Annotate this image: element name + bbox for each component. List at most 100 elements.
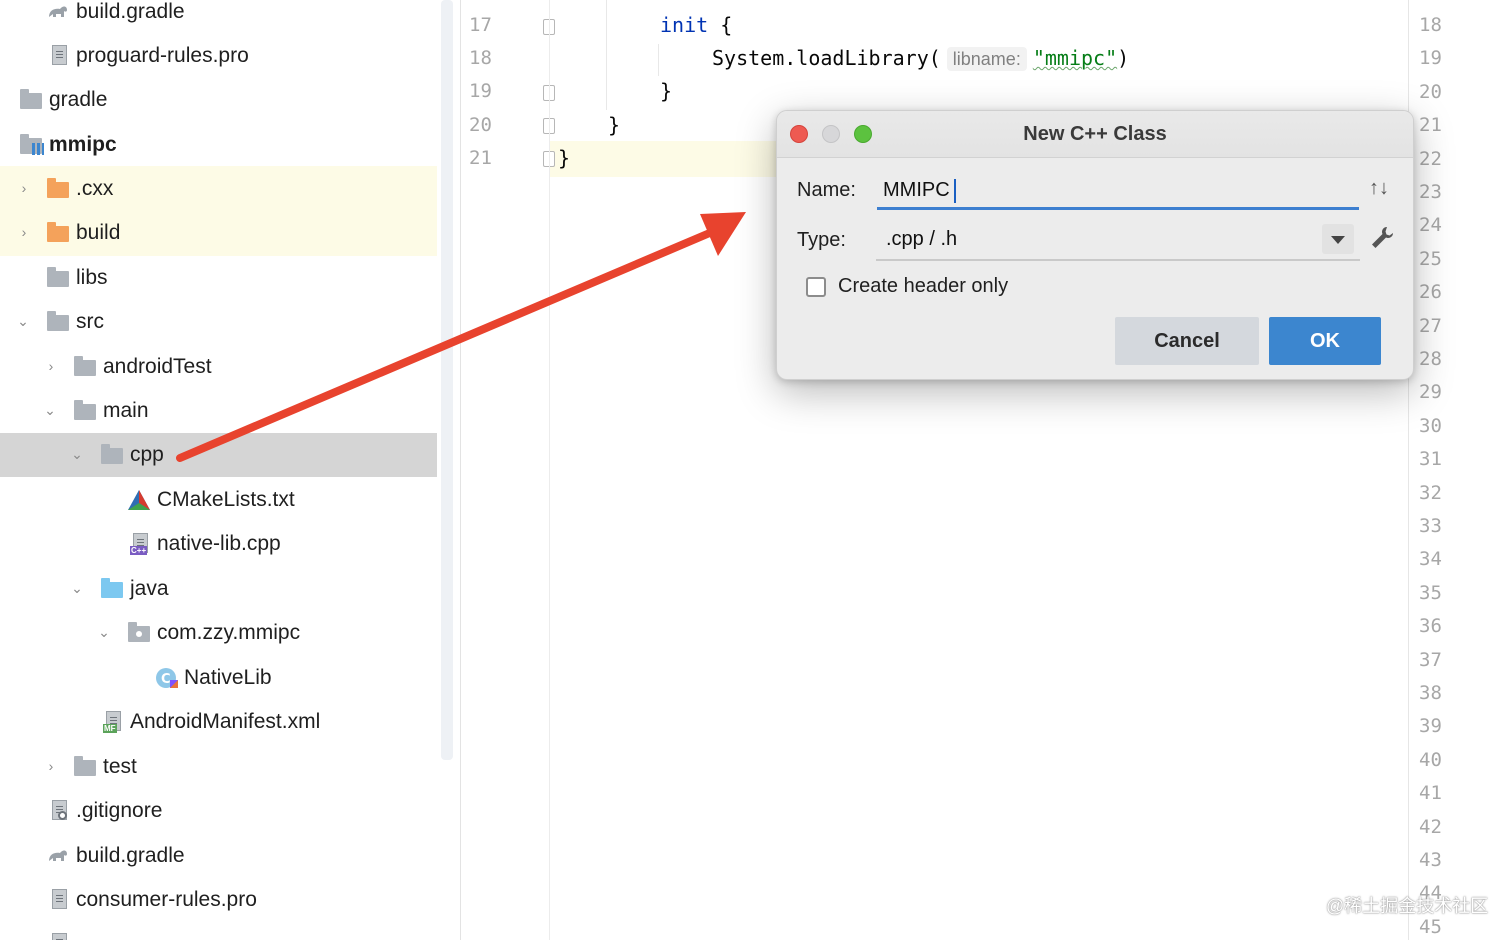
tree-item-label: main: [103, 399, 149, 422]
dialog-title: New C++ Class: [1023, 123, 1167, 145]
parameter-hint: libname:: [946, 47, 1027, 71]
ok-button[interactable]: OK: [1269, 317, 1381, 365]
tree-item-cmakelists[interactable]: CMakeLists.txt: [0, 478, 437, 522]
line-number: 17: [469, 14, 492, 36]
line-number: 21: [1419, 114, 1442, 137]
code-line-17[interactable]: init {: [660, 13, 732, 37]
tree-item-label: AndroidManifest.xml: [130, 710, 321, 733]
tree-item-java[interactable]: ⌄ java: [0, 567, 437, 611]
tree-item-libs[interactable]: libs: [0, 256, 437, 300]
tree-scrollbar[interactable]: [441, 0, 453, 760]
tree-item-native-lib-cpp[interactable]: C++ native-lib.cpp: [0, 522, 437, 566]
chevron-down-icon[interactable]: ⌄: [97, 625, 111, 639]
tree-item-test[interactable]: › test: [0, 745, 437, 789]
tree-item-build-gradle-root[interactable]: build.gradle: [0, 0, 437, 34]
line-number: 19: [469, 80, 492, 102]
tree-item-mmipc[interactable]: mmipc: [0, 123, 437, 167]
line-number: 18: [469, 47, 492, 69]
tree-item-proguard-rules[interactable]: proguard-rules.pro: [0, 34, 437, 78]
tree-item-nativelib[interactable]: C NativeLib: [0, 656, 437, 700]
code-line-19[interactable]: }: [660, 79, 672, 103]
code-text: ): [1117, 46, 1130, 70]
tree-item-src[interactable]: ⌄ src: [0, 300, 437, 344]
line-number: 19: [1419, 47, 1442, 70]
chevron-down-icon[interactable]: ⌄: [16, 314, 30, 328]
tree-item-gradle[interactable]: gradle: [0, 78, 437, 122]
tree-item-label: mmipc: [49, 133, 117, 156]
code-line-21[interactable]: }: [558, 146, 570, 170]
tree-item-main[interactable]: ⌄ main: [0, 389, 437, 433]
tree-item-cpp[interactable]: ⌄ cpp: [0, 433, 437, 477]
tree-item-build-gradle-module[interactable]: build.gradle: [0, 834, 437, 878]
package-icon: [128, 622, 152, 644]
folder-excluded-icon: [47, 222, 71, 244]
chevron-down-icon[interactable]: ⌄: [70, 581, 84, 595]
line-number: 28: [1419, 348, 1442, 370]
type-select[interactable]: .cpp / .h: [876, 219, 1360, 261]
folder-icon: [74, 400, 98, 422]
svg-text:C: C: [161, 672, 171, 687]
tree-item-package[interactable]: ⌄ com.zzy.mmipc: [0, 611, 437, 655]
tree-item-androidtest[interactable]: › androidTest: [0, 345, 437, 389]
tree-item-label: build.gradle: [76, 0, 185, 23]
line-number: 36: [1419, 615, 1442, 638]
tree-item-label: src: [76, 310, 104, 333]
chevron-right-icon[interactable]: ›: [44, 359, 58, 373]
right-editor-gutter: 18 19 20 21 22 23 24 25 26 27 28 29 30 31 32 33 34 35 36 37…: [1408, 0, 1512, 940]
tree-item-consumer-rules[interactable]: consumer-rules.pro: [0, 878, 437, 922]
create-header-only-label[interactable]: Create header only: [838, 275, 1008, 298]
folder-icon: [101, 444, 125, 466]
tree-item-label: build: [76, 221, 121, 244]
cpp-file-icon: C++: [129, 533, 153, 555]
line-number: 38: [1419, 682, 1442, 704]
code-line-20[interactable]: }: [608, 113, 620, 137]
folder-icon: [47, 267, 71, 289]
chevron-right-icon[interactable]: ›: [17, 225, 31, 239]
tree-item-build[interactable]: › build: [0, 211, 437, 255]
chevron-down-icon[interactable]: ⌄: [70, 447, 84, 461]
chevron-right-icon[interactable]: ›: [44, 759, 58, 773]
folder-excluded-icon: [47, 178, 71, 200]
line-number: 34: [1419, 548, 1442, 571]
name-label: Name:: [797, 179, 856, 201]
type-label: Type:: [797, 229, 846, 251]
line-number: 42: [1419, 815, 1442, 838]
tree-item-label: libs: [76, 266, 108, 289]
tree-item-label: java: [130, 577, 169, 600]
create-header-only-checkbox[interactable]: [806, 277, 826, 297]
tree-item-label: native-lib.cpp: [157, 532, 281, 555]
class-name-input[interactable]: [877, 169, 1359, 211]
line-number: 22: [1419, 147, 1442, 170]
dialog-titlebar[interactable]: New C++ Class: [777, 111, 1413, 158]
cmake-icon: [128, 490, 150, 510]
line-number: 37: [1419, 648, 1442, 671]
source-folder-icon: [101, 578, 125, 600]
line-number: 39: [1419, 715, 1442, 738]
gradle-icon: [49, 850, 67, 861]
chevron-right-icon[interactable]: ›: [17, 181, 31, 195]
indent-guide: [658, 44, 659, 76]
swap-order-icon[interactable]: ↑↓: [1369, 177, 1389, 200]
line-number: 26: [1419, 281, 1442, 304]
folder-icon: [74, 356, 98, 378]
tree-item-partial[interactable]: [0, 922, 437, 940]
tree-item-cxx[interactable]: › .cxx: [0, 167, 437, 211]
line-number: 18: [1419, 14, 1442, 36]
chevron-down-icon[interactable]: ⌄: [43, 403, 57, 417]
line-number: 31: [1419, 448, 1442, 471]
text-caret: [954, 179, 956, 203]
tree-item-label: NativeLib: [184, 666, 272, 689]
watermark-text: @稀土掘金技术社区: [1326, 896, 1489, 916]
line-number: 29: [1419, 381, 1442, 404]
line-number: 32: [1419, 481, 1442, 504]
tree-item-androidmanifest[interactable]: MF AndroidManifest.xml: [0, 700, 437, 744]
chevron-down-icon[interactable]: [1322, 224, 1354, 254]
wrench-icon[interactable]: [1369, 225, 1395, 251]
tree-item-label: .cxx: [76, 177, 114, 200]
tree-item-gitignore[interactable]: .gitignore: [0, 789, 437, 833]
code-line-18[interactable]: System.loadLibrary(libname: "mmipc"): [712, 46, 1129, 71]
project-tree: build.gradle proguard-rules.pro gradle m…: [0, 0, 440, 940]
line-number: 25: [1419, 247, 1442, 270]
cancel-button[interactable]: Cancel: [1115, 317, 1259, 365]
folder-icon: [20, 89, 44, 111]
